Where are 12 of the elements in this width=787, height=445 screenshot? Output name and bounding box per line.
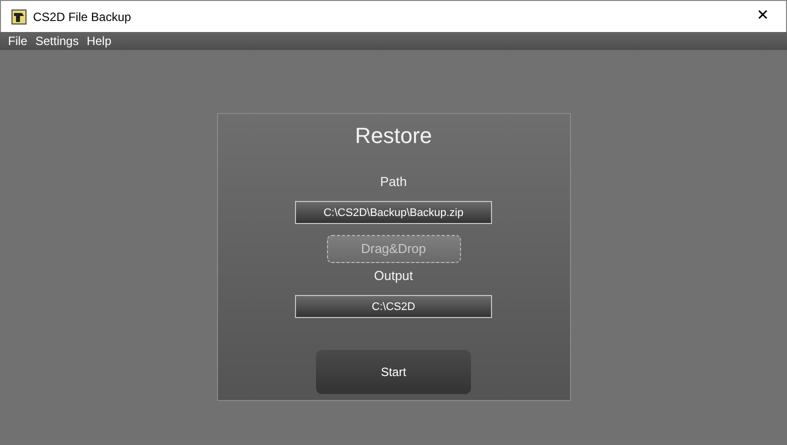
app-icon: [11, 8, 27, 24]
start-button[interactable]: Start: [316, 350, 471, 394]
output-label: Output: [374, 268, 414, 284]
output-field[interactable]: C:\CS2D: [295, 295, 492, 318]
path-label: Path: [380, 174, 407, 190]
path-field[interactable]: C:\CS2D\Backup\Backup.zip: [295, 201, 492, 224]
panel-title: Restore: [354, 123, 432, 149]
menu-item[interactable]: Settings: [31, 32, 83, 50]
window-title: CS2D File Backup: [33, 8, 132, 26]
menu-item[interactable]: Help: [82, 32, 116, 50]
close-button[interactable]: ✕: [740, 1, 786, 32]
menu-item[interactable]: File: [4, 32, 32, 50]
